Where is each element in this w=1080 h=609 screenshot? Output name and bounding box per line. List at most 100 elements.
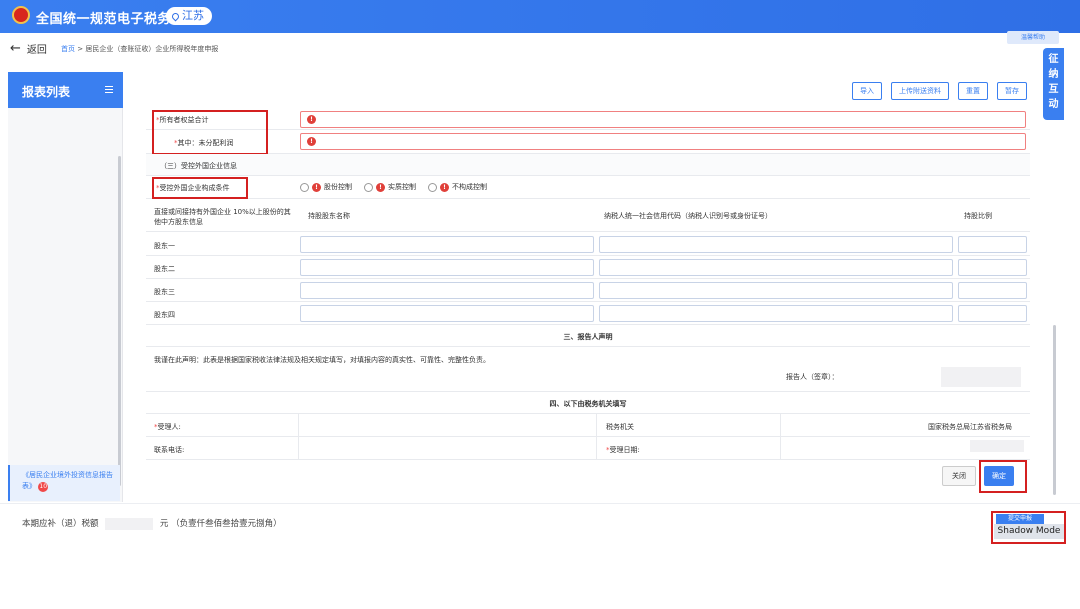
error-icon: ! [440, 182, 449, 192]
shareholder-label: 股东四 [154, 311, 175, 319]
highlight-box [152, 110, 268, 155]
table-row: 股东三 [146, 279, 1030, 302]
breadcrumb-home[interactable]: 首页 [61, 45, 75, 53]
close-button[interactable]: 关闭 [942, 466, 976, 486]
tax-emblem-icon [12, 6, 30, 24]
declaration-row: 我谨在此声明：此表是根据国家税收法律法规及相关规定填写，对填报内容的真实性、可靠… [146, 347, 1030, 392]
sidebar-item-overseas-investment[interactable]: 《居民企业境外投资信息报告表》 10 [8, 465, 120, 501]
report-form: *所有者权益合计 ! *其中：未分配利润 ! （三）受控外国企业信息 *受控外国… [146, 108, 1030, 498]
table-row: 股东二 [146, 256, 1030, 279]
column-tax-id: 纳税人统一社会信用代码（纳税人识别号或身份证号） [604, 212, 772, 220]
acceptor-row: *受理人: 税务机关 国家税务总局江苏省税务局 [146, 414, 1030, 437]
menu-icon[interactable] [105, 86, 113, 93]
declaration-header-row: 三、报告人声明 [146, 325, 1030, 347]
save-draft-button[interactable]: 暂存 [997, 82, 1027, 100]
app-title: 全国统一规范电子税务局 [36, 12, 185, 27]
highlight-box [979, 460, 1027, 493]
shareholder-name-input[interactable] [300, 282, 594, 299]
signature-field[interactable] [941, 367, 1021, 387]
tax-id-input[interactable] [599, 236, 953, 253]
tax-office-header-row: 四、以下由税务机关填写 [146, 392, 1030, 414]
back-button[interactable]: ← 返回 [10, 41, 47, 56]
amount-in-words: （负壹仟叁佰叁拾壹元捌角） [171, 519, 282, 529]
column-share-ratio: 持股比例 [964, 212, 992, 220]
share-ratio-input[interactable] [958, 282, 1027, 299]
owner-equity-input[interactable]: ! [300, 111, 1026, 128]
shareholder-label: 股东二 [154, 265, 175, 273]
tax-id-input[interactable] [599, 282, 953, 299]
reset-button[interactable]: 重置 [958, 82, 988, 100]
share-ratio-input[interactable] [958, 236, 1027, 253]
radio-substantive-control[interactable]: ! 实质控制 [364, 182, 416, 192]
shareholder-header-row: 直接或间接持有外国企业 10%以上股份的其他中方股东信息 持股股东名称 纳税人统… [146, 199, 1030, 232]
table-row: 股东一 [146, 232, 1030, 256]
cfc-condition-row: *受控外国企业构成条件 ! 股份控制 ! 实质控制 ! 不构成控制 [146, 176, 1030, 199]
undistributed-profit-input[interactable]: ! [300, 133, 1026, 150]
highlight-box [991, 511, 1066, 544]
sidebar-scrollbar[interactable] [118, 156, 121, 486]
tax-authority-label: 税务机关 [606, 423, 634, 431]
tax-amount-label: 本期应补（退）税额 [22, 519, 99, 529]
report-list-header: 报表列表 [8, 72, 123, 108]
report-list-panel: 报表列表 《居民企业境外投资信息报告表》 10 [8, 72, 123, 502]
arrow-left-icon: ← [10, 41, 21, 56]
highlight-box [152, 177, 248, 199]
region-selector[interactable]: 江苏 [166, 7, 212, 25]
shareholder-label: 股东一 [154, 242, 175, 250]
radio-circle-icon [300, 182, 309, 192]
breadcrumb: 首页 > 居民企业（查账征收）企业所得税年度申报 [61, 44, 218, 54]
error-icon: ! [307, 137, 316, 146]
footer-bar: 本期应补（退）税额 元 （负壹仟叁佰叁拾壹元捌角） [0, 503, 1080, 541]
shareholder-name-input[interactable] [300, 236, 594, 253]
accept-date-field[interactable] [970, 440, 1024, 452]
tax-id-input[interactable] [599, 305, 953, 322]
radio-circle-icon [428, 182, 437, 192]
tax-office-title: 四、以下由税务机关填写 [549, 400, 627, 408]
column-shareholder-name: 持股股东名称 [308, 212, 350, 220]
acceptor-label: 受理人: [157, 423, 181, 431]
owner-equity-row: *所有者权益合计 ! [146, 108, 1030, 130]
count-badge: 10 [38, 482, 49, 492]
phone-row: 联系电话: *受理日期: [146, 437, 1030, 460]
tax-id-input[interactable] [599, 259, 953, 276]
phone-label: 联系电话: [154, 446, 185, 454]
error-icon: ! [312, 182, 321, 192]
region-label: 江苏 [182, 9, 204, 22]
tax-amount-value [105, 517, 154, 530]
shareholder-name-input[interactable] [300, 259, 594, 276]
declaration-text: 我谨在此声明：此表是根据国家税收法律法规及相关规定填写，对填报内容的真实性、可靠… [154, 356, 490, 364]
share-ratio-input[interactable] [958, 305, 1027, 322]
top-bar: 全国统一规范电子税务局 江苏 [0, 0, 1080, 33]
accept-date-label: 受理日期: [609, 446, 640, 454]
radio-share-control[interactable]: ! 股份控制 [300, 182, 352, 192]
breadcrumb-separator: > [77, 45, 84, 53]
location-pin-icon [170, 11, 181, 21]
radio-no-control[interactable]: ! 不构成控制 [428, 182, 487, 192]
cfc-condition-radio-group: ! 股份控制 ! 实质控制 ! 不构成控制 [300, 182, 499, 192]
back-label: 返回 [26, 45, 47, 56]
import-button[interactable]: 导入 [852, 82, 882, 100]
error-icon: ! [376, 182, 385, 192]
share-ratio-input[interactable] [958, 259, 1027, 276]
tax-authority-value: 国家税务总局江苏省税务局 [928, 423, 1012, 431]
feedback-button[interactable]: 温馨帮助 [1007, 31, 1059, 44]
main-scrollbar[interactable] [1053, 325, 1056, 495]
sidebar-item-label: 《居民企业境外投资信息报告表》 [22, 471, 113, 490]
form-toolbar: 导入 上传附送资料 重置 暂存 [852, 82, 1027, 100]
unit-label: 元 [159, 519, 169, 529]
table-row: 股东四 [146, 302, 1030, 325]
upload-attachment-button[interactable]: 上传附送资料 [891, 82, 949, 100]
section-cfc-title: （三）受控外国企业信息 [160, 162, 237, 170]
section-cfc-row: （三）受控外国企业信息 [146, 154, 1030, 176]
undistributed-profit-row: *其中：未分配利润 ! [146, 130, 1030, 154]
breadcrumb-current: 居民企业（查账征收）企业所得税年度申报 [85, 45, 219, 53]
report-list-title: 报表列表 [22, 85, 71, 99]
shareholder-label: 股东三 [154, 288, 175, 296]
signer-label: 报告人（签章）： [786, 373, 839, 381]
shareholder-name-input[interactable] [300, 305, 594, 322]
declaration-title: 三、报告人声明 [563, 333, 613, 341]
interaction-side-tab[interactable]: 征纳互动 [1043, 48, 1064, 120]
error-icon: ! [307, 115, 316, 124]
shareholder-description: 直接或间接持有外国企业 10%以上股份的其他中方股东信息 [154, 208, 291, 226]
radio-circle-icon [364, 182, 373, 192]
